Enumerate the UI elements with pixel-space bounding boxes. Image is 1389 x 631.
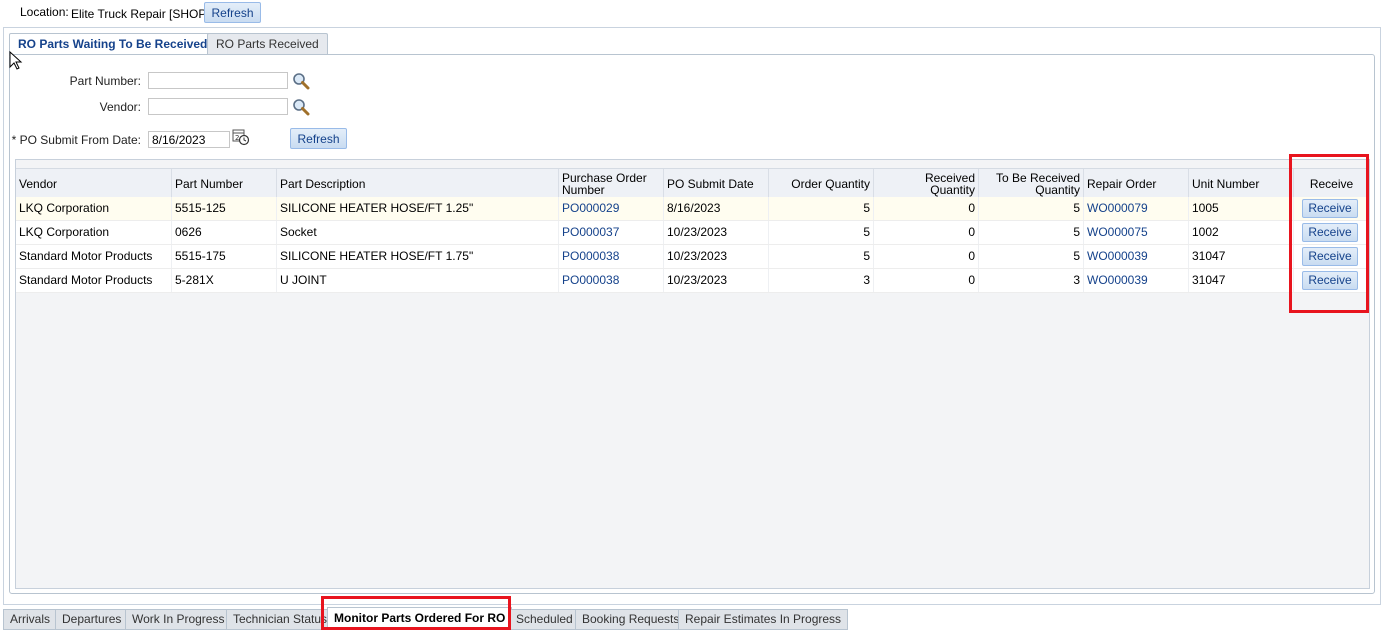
tab-technician-status[interactable]: Technician Status: [226, 609, 335, 630]
cell-part-description: Socket: [277, 221, 559, 244]
po-link[interactable]: PO000037: [559, 221, 664, 244]
cell-order-quantity: 5: [769, 245, 874, 268]
tab-arrivals[interactable]: Arrivals: [3, 609, 58, 630]
col-to-be-received-quantity[interactable]: To Be Received Quantity: [979, 169, 1084, 198]
vendor-search-icon[interactable]: [292, 98, 310, 116]
cell-part-description: SILICONE HEATER HOSE/FT 1.75": [277, 245, 559, 268]
cell-unit-number: 31047: [1189, 245, 1294, 268]
cell-vendor: LKQ Corporation: [16, 221, 172, 244]
cell-order-quantity: 3: [769, 269, 874, 292]
tab-parts-received[interactable]: RO Parts Received: [207, 33, 328, 55]
cell-part-number: 5-281X: [172, 269, 277, 292]
col-order-quantity[interactable]: Order Quantity: [769, 169, 874, 198]
col-purchase-order-number[interactable]: Purchase Order Number: [559, 169, 664, 198]
part-number-label: Part Number:: [69, 74, 141, 88]
cell-to-be-received: 5: [979, 221, 1084, 244]
col-received-quantity[interactable]: Received Quantity: [874, 169, 979, 198]
cell-received-quantity: 0: [874, 269, 979, 292]
cell-po-submit-date: 8/16/2023: [664, 197, 769, 220]
cell-to-be-received: 5: [979, 245, 1084, 268]
repair-order-link[interactable]: WO000039: [1084, 269, 1189, 292]
col-po-submit-date[interactable]: PO Submit Date: [664, 169, 769, 198]
col-part-description[interactable]: Part Description: [277, 169, 559, 198]
cell-part-description: SILICONE HEATER HOSE/FT 1.25": [277, 197, 559, 220]
cell-order-quantity: 5: [769, 221, 874, 244]
parts-grid: Vendor Part Number Part Description Purc…: [15, 159, 1370, 589]
part-number-input[interactable]: [148, 72, 288, 89]
cell-vendor: Standard Motor Products: [16, 245, 172, 268]
cell-po-submit-date: 10/23/2023: [664, 245, 769, 268]
mouse-cursor-icon: [9, 51, 23, 70]
location-label: Location:: [20, 5, 69, 19]
cell-received-quantity: 0: [874, 197, 979, 220]
cell-part-number: 5515-175: [172, 245, 277, 268]
col-part-number[interactable]: Part Number: [172, 169, 277, 198]
cell-vendor: LKQ Corporation: [16, 197, 172, 220]
grid-header: Vendor Part Number Part Description Purc…: [16, 168, 1369, 199]
cell-po-submit-date: 10/23/2023: [664, 269, 769, 292]
location-refresh-button[interactable]: Refresh: [204, 2, 261, 23]
cell-received-quantity: 0: [874, 221, 979, 244]
filter-refresh-button[interactable]: Refresh: [290, 128, 347, 149]
cell-to-be-received: 5: [979, 197, 1084, 220]
cell-unit-number: 1005: [1189, 197, 1294, 220]
cell-unit-number: 31047: [1189, 269, 1294, 292]
tab-waiting-to-be-received[interactable]: RO Parts Waiting To Be Received: [9, 33, 217, 56]
tab-scheduled[interactable]: Scheduled: [509, 609, 580, 630]
col-repair-order[interactable]: Repair Order: [1084, 169, 1189, 198]
cell-order-quantity: 5: [769, 197, 874, 220]
cell-po-submit-date: 10/23/2023: [664, 221, 769, 244]
col-unit-number[interactable]: Unit Number: [1189, 169, 1294, 198]
cell-unit-number: 1002: [1189, 221, 1294, 244]
cell-vendor: Standard Motor Products: [16, 269, 172, 292]
po-link[interactable]: PO000029: [559, 197, 664, 220]
po-link[interactable]: PO000038: [559, 269, 664, 292]
table-row[interactable]: LKQ Corporation 0626 Socket PO000037 10/…: [16, 221, 1369, 245]
repair-order-link[interactable]: WO000075: [1084, 221, 1189, 244]
tab-work-in-progress[interactable]: Work In Progress: [125, 609, 232, 630]
cell-to-be-received: 3: [979, 269, 1084, 292]
table-row[interactable]: Standard Motor Products 5-281X U JOINT P…: [16, 269, 1369, 293]
location-value: Elite Truck Repair [SHOP]: [71, 7, 210, 21]
repair-order-link[interactable]: WO000079: [1084, 197, 1189, 220]
tab-departures[interactable]: Departures: [55, 609, 129, 630]
col-vendor[interactable]: Vendor: [16, 169, 172, 198]
po-link[interactable]: PO000038: [559, 245, 664, 268]
cell-part-description: U JOINT: [277, 269, 559, 292]
po-submit-date-input[interactable]: [148, 131, 230, 148]
po-submit-date-label: * PO Submit From Date:: [11, 133, 141, 147]
calendar-clock-icon[interactable]: 2: [232, 128, 250, 146]
part-number-search-icon[interactable]: [292, 72, 310, 90]
repair-order-link[interactable]: WO000039: [1084, 245, 1189, 268]
tab-repair-estimates[interactable]: Repair Estimates In Progress: [678, 609, 849, 630]
cell-received-quantity: 0: [874, 245, 979, 268]
receive-column-highlight: [1289, 154, 1369, 313]
svg-text:2: 2: [235, 134, 239, 142]
bottom-tab-highlight: [321, 596, 511, 630]
table-row[interactable]: Standard Motor Products 5515-175 SILICON…: [16, 245, 1369, 269]
vendor-label: Vendor:: [99, 100, 141, 114]
table-row[interactable]: LKQ Corporation 5515-125 SILICONE HEATER…: [16, 197, 1369, 221]
cell-part-number: 5515-125: [172, 197, 277, 220]
tab-booking-requests[interactable]: Booking Requests: [575, 609, 687, 630]
cell-part-number: 0626: [172, 221, 277, 244]
vendor-input[interactable]: [148, 98, 288, 115]
